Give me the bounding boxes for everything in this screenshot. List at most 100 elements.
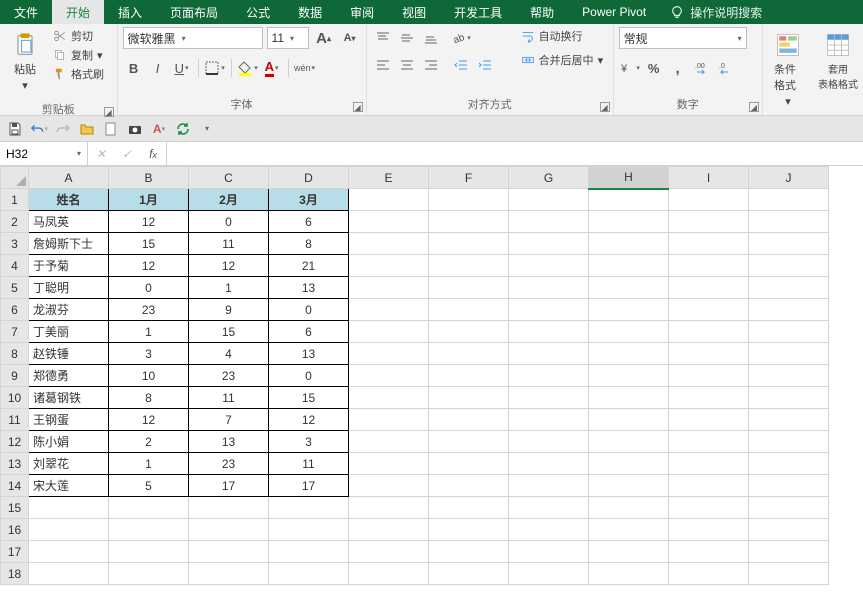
cell-A18[interactable] [29, 563, 109, 585]
cell-F2[interactable] [429, 211, 509, 233]
dialog-launcher-icon[interactable]: ◢ [749, 102, 759, 112]
column-header-A[interactable]: A [29, 167, 109, 189]
cell-C4[interactable]: 12 [189, 255, 269, 277]
cell-B9[interactable]: 10 [109, 365, 189, 387]
qat-customize-button[interactable]: ▾ [198, 120, 216, 138]
cell-C1[interactable]: 2月 [189, 189, 269, 211]
cell-F9[interactable] [429, 365, 509, 387]
qat-font-button[interactable]: A▾ [150, 120, 168, 138]
tab-Power Pivot[interactable]: Power Pivot [568, 0, 660, 24]
cell-C8[interactable]: 4 [189, 343, 269, 365]
cell-G5[interactable] [509, 277, 589, 299]
cell-B12[interactable]: 2 [109, 431, 189, 453]
cell-E17[interactable] [349, 541, 429, 563]
row-header[interactable]: 8 [1, 343, 29, 365]
wrap-text-button[interactable]: 自动换行 [517, 27, 608, 45]
cell-G10[interactable] [509, 387, 589, 409]
decrease-indent-button[interactable] [450, 54, 472, 76]
cell-J12[interactable] [749, 431, 829, 453]
cell-G3[interactable] [509, 233, 589, 255]
cell-J1[interactable] [749, 189, 829, 211]
cell-D12[interactable]: 3 [269, 431, 349, 453]
cell-F17[interactable] [429, 541, 509, 563]
cell-A11[interactable]: 王钢蛋 [29, 409, 109, 431]
cell-J15[interactable] [749, 497, 829, 519]
cell-J6[interactable] [749, 299, 829, 321]
cell-F15[interactable] [429, 497, 509, 519]
orientation-button[interactable]: ab▾ [450, 27, 472, 49]
cell-B7[interactable]: 1 [109, 321, 189, 343]
row-header[interactable]: 4 [1, 255, 29, 277]
align-bottom-button[interactable] [420, 27, 442, 49]
cell-G16[interactable] [509, 519, 589, 541]
cell-E3[interactable] [349, 233, 429, 255]
cell-E9[interactable] [349, 365, 429, 387]
cell-J17[interactable] [749, 541, 829, 563]
cell-F16[interactable] [429, 519, 509, 541]
cell-H2[interactable] [589, 211, 669, 233]
cell-D6[interactable]: 0 [269, 299, 349, 321]
row-header[interactable]: 13 [1, 453, 29, 475]
cell-E2[interactable] [349, 211, 429, 233]
number-format-combo[interactable]: 常规▾ [619, 27, 747, 49]
save-button[interactable] [6, 120, 24, 138]
cell-J5[interactable] [749, 277, 829, 299]
cell-I1[interactable] [669, 189, 749, 211]
cell-F5[interactable] [429, 277, 509, 299]
cell-B18[interactable] [109, 563, 189, 585]
cell-D11[interactable]: 12 [269, 409, 349, 431]
dialog-launcher-icon[interactable]: ◢ [353, 102, 363, 112]
cell-F7[interactable] [429, 321, 509, 343]
tab-公式[interactable]: 公式 [232, 0, 284, 24]
cell-I4[interactable] [669, 255, 749, 277]
cell-E18[interactable] [349, 563, 429, 585]
cell-E11[interactable] [349, 409, 429, 431]
increase-font-button[interactable]: A▴ [313, 27, 335, 49]
cell-H16[interactable] [589, 519, 669, 541]
cell-H14[interactable] [589, 475, 669, 497]
cell-A8[interactable]: 赵铁锤 [29, 343, 109, 365]
cell-G8[interactable] [509, 343, 589, 365]
cell-I15[interactable] [669, 497, 749, 519]
fill-color-button[interactable]: ▾ [237, 57, 259, 79]
cell-D13[interactable]: 11 [269, 453, 349, 475]
cell-J9[interactable] [749, 365, 829, 387]
row-header[interactable]: 3 [1, 233, 29, 255]
cell-J4[interactable] [749, 255, 829, 277]
cell-D16[interactable] [269, 519, 349, 541]
row-header[interactable]: 12 [1, 431, 29, 453]
cell-D18[interactable] [269, 563, 349, 585]
increase-indent-button[interactable] [474, 54, 496, 76]
row-header[interactable]: 6 [1, 299, 29, 321]
enter-formula-button[interactable]: ✓ [114, 147, 140, 161]
tab-帮助[interactable]: 帮助 [516, 0, 568, 24]
qat-new-button[interactable] [102, 120, 120, 138]
cell-J18[interactable] [749, 563, 829, 585]
cell-G14[interactable] [509, 475, 589, 497]
paste-button[interactable]: 粘贴 ▾ [5, 27, 45, 96]
cell-H4[interactable] [589, 255, 669, 277]
cell-C15[interactable] [189, 497, 269, 519]
cell-H7[interactable] [589, 321, 669, 343]
cell-H6[interactable] [589, 299, 669, 321]
decrease-font-button[interactable]: A▾ [339, 27, 361, 49]
cell-G4[interactable] [509, 255, 589, 277]
cell-B13[interactable]: 1 [109, 453, 189, 475]
cell-G7[interactable] [509, 321, 589, 343]
conditional-formatting-button[interactable]: 条件格式 ▾ [768, 27, 808, 112]
cell-I13[interactable] [669, 453, 749, 475]
column-header-I[interactable]: I [669, 167, 749, 189]
cell-E7[interactable] [349, 321, 429, 343]
cell-B17[interactable] [109, 541, 189, 563]
cell-J13[interactable] [749, 453, 829, 475]
cell-D17[interactable] [269, 541, 349, 563]
align-middle-button[interactable] [396, 27, 418, 49]
cell-C13[interactable]: 23 [189, 453, 269, 475]
cell-D1[interactable]: 3月 [269, 189, 349, 211]
cell-A13[interactable]: 刘翠花 [29, 453, 109, 475]
format-as-table-button[interactable]: 套用 表格格式 [812, 27, 858, 95]
cell-C11[interactable]: 7 [189, 409, 269, 431]
cell-H5[interactable] [589, 277, 669, 299]
cell-B10[interactable]: 8 [109, 387, 189, 409]
cell-G11[interactable] [509, 409, 589, 431]
